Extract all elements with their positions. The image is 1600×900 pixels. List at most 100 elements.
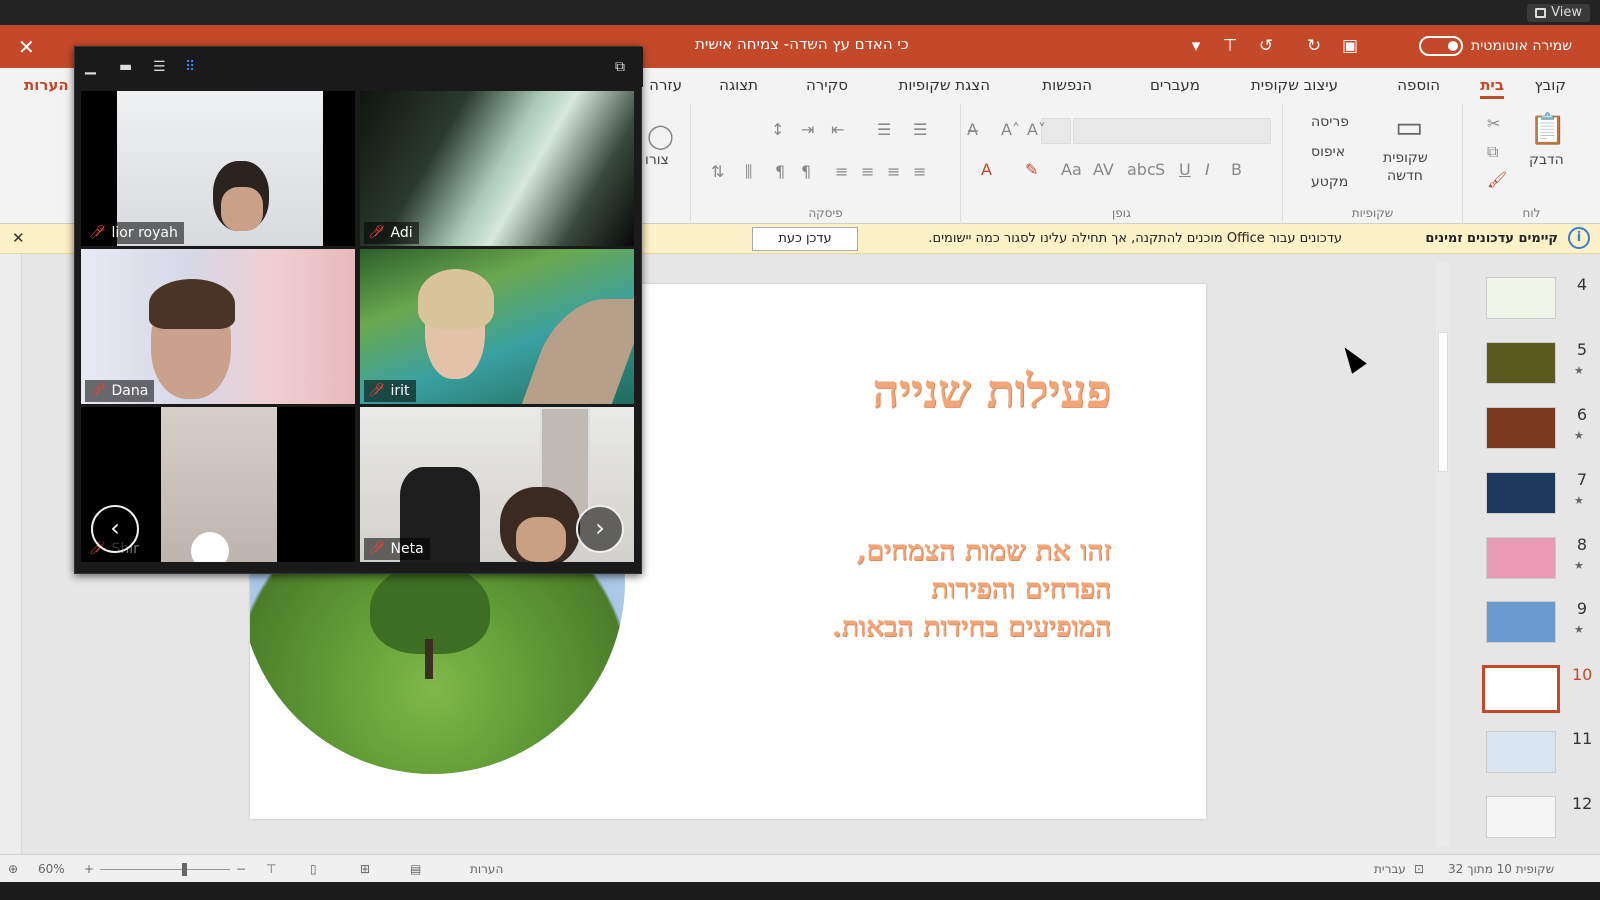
left-scrollbar[interactable] bbox=[0, 254, 22, 854]
tab-help[interactable]: עזרה bbox=[649, 76, 682, 94]
slide-thumbnail[interactable] bbox=[1486, 277, 1556, 319]
tab-animations[interactable]: הנפשות bbox=[1042, 76, 1092, 94]
slide-thumbnail[interactable] bbox=[1482, 665, 1560, 713]
customize-icon[interactable]: ▾ bbox=[1186, 36, 1206, 56]
toggle-switch[interactable] bbox=[1418, 36, 1463, 56]
video-tile[interactable]: 🎤︎̸ lior royah bbox=[81, 91, 355, 246]
accessibility-icon[interactable]: ⊡ bbox=[1414, 862, 1424, 876]
tab-file[interactable]: קובץ bbox=[1535, 76, 1567, 94]
language-indicator[interactable]: עברית bbox=[1374, 862, 1406, 876]
zoom-out-icon[interactable]: − bbox=[236, 862, 246, 876]
slide-thumbnail[interactable] bbox=[1486, 407, 1556, 449]
reading-view-icon[interactable]: ▯ bbox=[310, 862, 317, 876]
speaker-view-icon[interactable]: ▬ bbox=[119, 59, 132, 75]
video-tile[interactable]: 🎤︎̸ Neta › bbox=[360, 407, 634, 562]
zoom-slider[interactable] bbox=[100, 869, 230, 870]
columns-icon[interactable]: ⫼ bbox=[745, 162, 752, 182]
normal-view-icon[interactable]: ▤ bbox=[410, 862, 421, 876]
align-center-icon[interactable]: ≡ bbox=[887, 162, 900, 181]
strip-view-icon[interactable]: ☰ bbox=[153, 59, 166, 75]
underline-icon[interactable]: U bbox=[1179, 160, 1191, 179]
slide-body-text[interactable]: זהו את שמות הצמחים, הפרחים והפירות המופי… bbox=[832, 532, 1111, 646]
change-case-icon[interactable]: Aa bbox=[1061, 160, 1082, 179]
gallery-view-icon[interactable]: ⠿ bbox=[185, 59, 195, 75]
char-spacing-icon[interactable]: AV bbox=[1093, 160, 1114, 179]
present-icon[interactable]: ⊤ bbox=[1220, 36, 1240, 56]
zoom-in-icon[interactable]: + bbox=[84, 862, 94, 876]
save-icon[interactable]: ▣ bbox=[1340, 36, 1360, 56]
new-slide-button-line1[interactable]: שקופית bbox=[1383, 150, 1428, 166]
tab-slideshow[interactable]: הצגת שקופיות bbox=[898, 76, 990, 94]
format-painter-icon[interactable]: 🖌 bbox=[1487, 170, 1507, 189]
tab-design[interactable]: עיצוב שקופית bbox=[1251, 76, 1338, 94]
shapes-button[interactable]: צורו bbox=[645, 152, 669, 168]
slide-thumbnail[interactable] bbox=[1486, 731, 1556, 773]
notes-button[interactable]: הערות bbox=[470, 862, 503, 876]
slide-thumbnail[interactable] bbox=[1486, 796, 1556, 838]
font-color-icon[interactable]: A bbox=[981, 160, 992, 179]
numbering-icon[interactable]: ☰ bbox=[877, 120, 891, 139]
highlight-icon[interactable]: ✎ bbox=[1025, 160, 1038, 179]
slide-thumbnail[interactable] bbox=[1486, 472, 1556, 514]
presenter-icon[interactable]: ⊤ bbox=[266, 862, 276, 876]
bullets-icon[interactable]: ☰ bbox=[913, 120, 927, 139]
fit-slide-icon[interactable]: ⊕ bbox=[8, 862, 18, 876]
undo-icon[interactable]: ↺ bbox=[1256, 36, 1276, 56]
tab-view[interactable]: תצוגה bbox=[719, 76, 758, 94]
ltr-icon[interactable]: ¶ bbox=[775, 162, 785, 181]
strikethrough-icon[interactable]: abc bbox=[1127, 160, 1156, 179]
rtl-icon[interactable]: ¶ bbox=[801, 162, 811, 181]
tab-review[interactable]: סקירה bbox=[806, 76, 848, 94]
previous-page-button[interactable]: ‹ bbox=[91, 505, 139, 553]
section-button[interactable]: מקטע bbox=[1311, 174, 1348, 190]
cut-icon[interactable]: ✂ bbox=[1487, 114, 1500, 133]
tab-home[interactable]: בית bbox=[1480, 76, 1504, 99]
video-tile[interactable]: 🎤︎̸ Adi bbox=[360, 91, 634, 246]
exit-fullscreen-icon[interactable]: ⧉ bbox=[615, 59, 625, 75]
scrollbar-thumb[interactable] bbox=[1438, 332, 1448, 472]
autosave-toggle[interactable]: שמירה אוטומטית bbox=[1418, 36, 1572, 56]
video-tile[interactable]: 🎤︎̸Shir ‹ bbox=[81, 407, 355, 562]
view-button[interactable]: View bbox=[1527, 4, 1590, 22]
redo-icon[interactable]: ↻ bbox=[1304, 36, 1324, 56]
update-now-button[interactable]: עדכן כעת bbox=[752, 227, 858, 251]
video-tile[interactable]: 🎤︎̸ Dana bbox=[81, 249, 355, 404]
video-tile[interactable]: 🎤︎̸ irit bbox=[360, 249, 634, 404]
shrink-font-icon[interactable]: A˅ bbox=[1027, 120, 1046, 139]
align-right-icon[interactable]: ≡ bbox=[913, 162, 926, 181]
shapes-icon[interactable]: ◯ bbox=[647, 122, 674, 150]
reset-button[interactable]: איפוס bbox=[1311, 144, 1345, 160]
outdent-icon[interactable]: ⇥ bbox=[801, 120, 814, 139]
thumbnail-scrollbar[interactable] bbox=[1436, 262, 1450, 847]
next-page-button[interactable]: › bbox=[576, 505, 624, 553]
paste-button[interactable]: הדבק bbox=[1529, 152, 1564, 168]
zoom-slider-knob[interactable] bbox=[182, 863, 187, 876]
paste-icon[interactable]: 📋 bbox=[1529, 112, 1566, 147]
close-icon[interactable]: ✕ bbox=[18, 35, 35, 59]
new-slide-button-line2[interactable]: חדשה bbox=[1387, 168, 1423, 184]
zoom-level[interactable]: 60% bbox=[38, 862, 65, 876]
grow-font-icon[interactable]: A˄ bbox=[1001, 120, 1020, 139]
slide-thumbnail[interactable] bbox=[1486, 342, 1556, 384]
minimize-icon[interactable]: ▁ bbox=[85, 59, 96, 75]
slide-title[interactable]: פעילות שנייה bbox=[872, 364, 1111, 418]
font-name-box[interactable] bbox=[1073, 118, 1271, 144]
layout-button[interactable]: פריסה bbox=[1311, 114, 1349, 130]
copy-icon[interactable]: ⧉ bbox=[1487, 142, 1498, 162]
justify-icon[interactable]: ≡ bbox=[835, 162, 848, 181]
new-slide-icon[interactable]: ▭ bbox=[1395, 110, 1423, 145]
clear-format-icon[interactable]: A̶ bbox=[967, 120, 978, 139]
close-icon[interactable]: ✕ bbox=[12, 229, 25, 247]
line-spacing-icon[interactable]: ↕ bbox=[771, 120, 784, 139]
bold-icon[interactable]: B bbox=[1231, 160, 1242, 179]
tab-transitions[interactable]: מעברים bbox=[1150, 76, 1200, 94]
align-left-icon[interactable]: ≡ bbox=[861, 162, 874, 181]
italic-icon[interactable]: I bbox=[1205, 160, 1210, 179]
indent-icon[interactable]: ⇤ bbox=[831, 120, 844, 139]
tab-insert[interactable]: הוספה bbox=[1397, 76, 1440, 94]
slide-thumbnail[interactable] bbox=[1486, 537, 1556, 579]
comments-button[interactable]: הערות bbox=[24, 76, 69, 94]
shadow-icon[interactable]: S bbox=[1155, 160, 1165, 179]
slide-thumbnail[interactable] bbox=[1486, 601, 1556, 643]
text-direction-icon[interactable]: ⇅ bbox=[711, 162, 724, 181]
